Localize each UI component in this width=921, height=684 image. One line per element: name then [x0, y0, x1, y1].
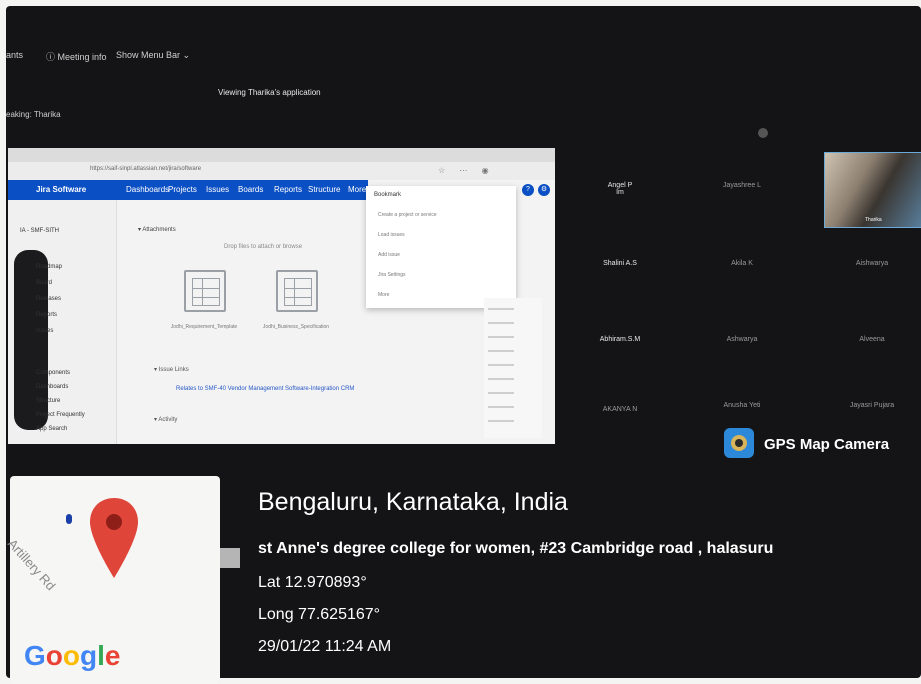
- right-panel: [484, 298, 542, 438]
- sidebar-item-reports[interactable]: Reports: [36, 312, 57, 318]
- project-header[interactable]: IA - SMF-SITH: [20, 228, 59, 234]
- jira-navbar: Jira Software Dashboards Projects Issues…: [8, 180, 368, 200]
- participant-tile[interactable]: Anusha Yeti: [702, 402, 782, 409]
- shared-application: https://saif-sinpl.atlassian.net/jira/so…: [8, 148, 555, 444]
- dropdown-title: Bookmark: [374, 192, 402, 198]
- participant-tile[interactable]: Angel P Im: [580, 182, 660, 196]
- attachment-file-icon[interactable]: [184, 270, 226, 312]
- sidebar-item-app-search[interactable]: App Search: [36, 426, 67, 432]
- nav-more[interactable]: More: [348, 185, 366, 194]
- sidebar-item-roadmap[interactable]: Roadmap: [36, 264, 62, 270]
- participant-tile[interactable]: Ashwarya: [702, 336, 782, 343]
- nav-projects[interactable]: Projects: [168, 185, 197, 194]
- dropdown-item[interactable]: Add issue: [378, 252, 400, 258]
- browser-tabs[interactable]: [8, 148, 555, 162]
- sidebar-item-issues[interactable]: Issues: [36, 328, 53, 334]
- sidebar-item-board[interactable]: Board: [36, 280, 52, 286]
- help-icon[interactable]: ?: [522, 184, 534, 196]
- sidebar-item-structure[interactable]: Structure: [36, 398, 60, 404]
- google-logo-letter: o: [62, 640, 80, 671]
- nav-issues[interactable]: Issues: [206, 185, 229, 194]
- nav-boards[interactable]: Boards: [238, 185, 263, 194]
- participant-video[interactable]: Tharika: [824, 152, 921, 228]
- google-logo-letter: G: [24, 640, 46, 671]
- gps-map-camera-logo-icon: [724, 428, 754, 458]
- location-pin-icon: [90, 498, 138, 578]
- dropdown-item[interactable]: Load issues: [378, 232, 405, 238]
- nav-dashboards[interactable]: Dashboards: [126, 185, 169, 194]
- participant-tile[interactable]: Jayasri Pujara: [832, 402, 912, 409]
- participant-tile[interactable]: Shalini A.S: [580, 260, 660, 267]
- photo-background: ants ⓘ Meeting info Show Menu Bar ⌄ View…: [0, 0, 921, 684]
- speaking-indicator: eaking: Tharika: [6, 110, 61, 119]
- google-logo-letter: g: [80, 640, 98, 671]
- dropdown-item[interactable]: More: [378, 292, 389, 298]
- sidebar-item-dashboards[interactable]: Dashboards: [36, 384, 68, 390]
- sidebar-item-project-frequently[interactable]: Project Frequently: [36, 412, 85, 418]
- attachment-dropzone[interactable]: Drop files to attach or browse: [224, 244, 302, 250]
- location-datetime: 29/01/22 11:24 AM: [258, 638, 392, 655]
- location-address: st Anne's degree college for women, #23 …: [258, 540, 774, 557]
- location-city: Bengaluru, Karnataka, India: [258, 488, 568, 516]
- nav-reports[interactable]: Reports: [274, 185, 302, 194]
- participant-tile[interactable]: AKANYA N: [580, 406, 660, 413]
- google-logo-letter: l: [97, 640, 105, 671]
- jira-logo[interactable]: Jira Software: [36, 185, 86, 194]
- sidebar-item-releases[interactable]: Releases: [36, 296, 61, 302]
- meeting-info-button[interactable]: ⓘ Meeting info: [46, 50, 107, 63]
- attachment-caption: Jodhi_Business_Specification: [262, 324, 330, 330]
- attachment-caption: Jodhi_Requirement_Template: [170, 324, 238, 330]
- camera-icon[interactable]: [758, 128, 768, 138]
- google-logo: Google: [24, 640, 120, 672]
- attachment-file-icon[interactable]: [276, 270, 318, 312]
- location-latitude: Lat 12.970893°: [258, 574, 367, 591]
- issue-links-title: ▾ Issue Links: [154, 367, 189, 373]
- gps-app-name: GPS Map Camera: [764, 436, 890, 453]
- participants-menu[interactable]: ants: [6, 50, 23, 60]
- participant-tile[interactable]: Akila K: [702, 260, 782, 267]
- participant-tile[interactable]: Abhiram.S.M: [580, 336, 660, 343]
- show-menu-bar-label: Show Menu Bar: [116, 50, 181, 60]
- meeting-toolbar: ants ⓘ Meeting info Show Menu Bar ⌄: [6, 6, 921, 62]
- participant-tile[interactable]: Alveena: [832, 336, 912, 343]
- bookmark-dropdown: Bookmark Create a project or service Loa…: [366, 186, 516, 308]
- map-edge-bar: [220, 548, 240, 568]
- dropdown-item[interactable]: Create a project or service: [378, 212, 437, 218]
- attachments-title: ▾ Attachments: [138, 227, 176, 233]
- issue-link-row[interactable]: Relates to SMF-40 Vendor Management Soft…: [176, 386, 354, 392]
- viewing-banner: Viewing Tharika's application: [218, 88, 321, 97]
- dropdown-item[interactable]: Jira Settings: [378, 272, 406, 278]
- url-text: https://saif-sinpl.atlassian.net/jira/so…: [90, 166, 202, 172]
- settings-icon[interactable]: ⚙: [538, 184, 550, 196]
- location-longitude: Long 77.625167°: [258, 606, 381, 623]
- google-logo-letter: e: [104, 640, 121, 671]
- map-marker-dot: [66, 514, 72, 524]
- google-logo-letter: o: [45, 640, 63, 671]
- video-name-label: Tharika: [865, 217, 882, 223]
- show-menu-bar-button[interactable]: Show Menu Bar ⌄: [116, 50, 190, 61]
- meeting-info-label: Meeting info: [57, 52, 107, 62]
- participant-tile[interactable]: Aishwarya: [832, 260, 912, 267]
- nav-structure[interactable]: Structure: [308, 185, 340, 194]
- participant-tile[interactable]: Jayashree L: [702, 182, 782, 189]
- browser-toolbar-icons[interactable]: ☆ ⋯ ◉: [438, 166, 495, 175]
- activity-title: ▾ Activity: [154, 417, 178, 423]
- sidebar-item-components[interactable]: Components: [36, 370, 70, 376]
